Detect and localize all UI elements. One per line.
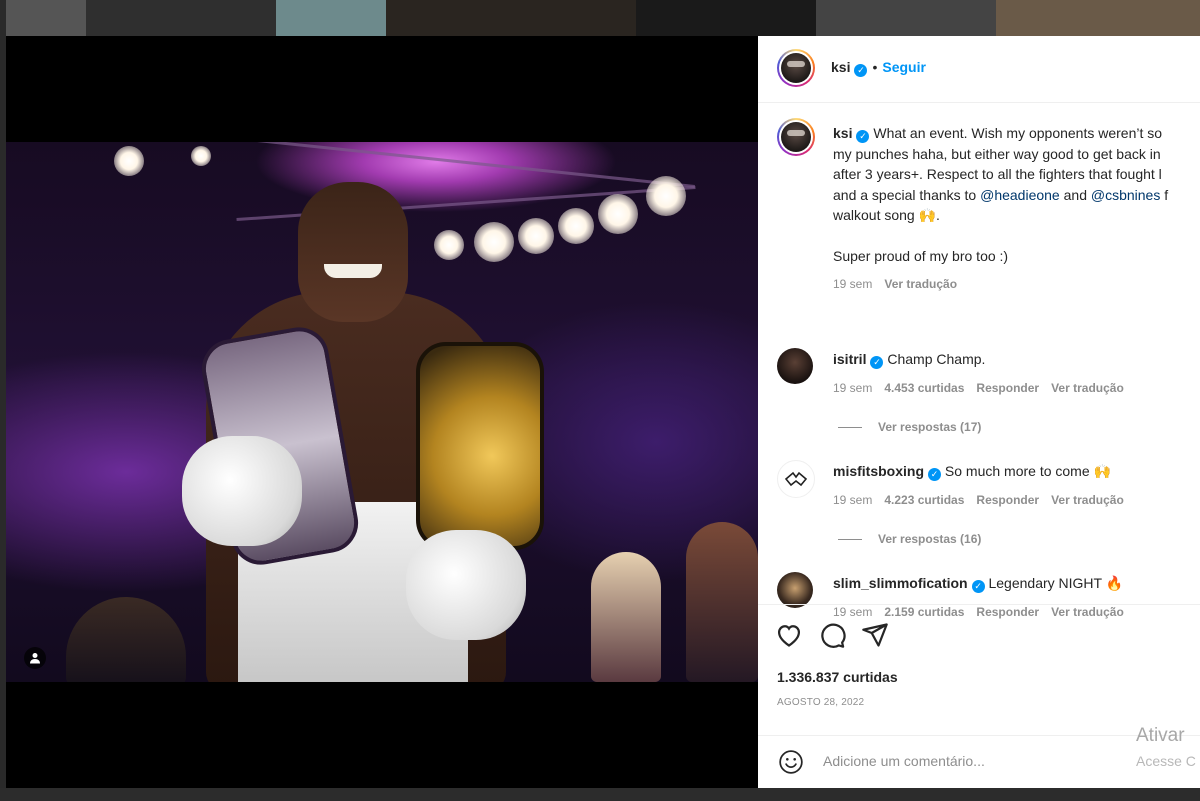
post-media[interactable] (6, 36, 758, 788)
comment-avatar[interactable] (777, 572, 813, 608)
caption-line-4-end: f (1160, 186, 1169, 203)
caption-line-4-text: and a special thanks to (833, 186, 981, 203)
verified-badge-icon: ✓ (856, 130, 870, 143)
comment-avatar[interactable] (777, 460, 815, 498)
caption-and-text: and (1059, 186, 1091, 203)
comments-list[interactable]: ksi ✓ What an event. Wish my opponents we… (758, 103, 1200, 619)
view-replies-button[interactable]: Ver respostas (16) (838, 532, 981, 546)
comment-likes[interactable]: 4.453 curtidas (884, 381, 964, 395)
author-username[interactable]: ksi (831, 59, 850, 75)
background-feed-strip (0, 0, 1200, 36)
mention-link-headieone[interactable]: @headieone (980, 187, 1060, 203)
comment-time[interactable]: 19 sem (833, 381, 872, 395)
verified-badge-icon: ✓ (928, 468, 942, 481)
comment-reply-button[interactable]: Responder (976, 381, 1039, 395)
user-tag-icon[interactable] (24, 647, 46, 669)
comment-item: slim_slimmofication ✓ Legendary NIGHT 🔥 (833, 575, 1123, 593)
windows-activation-subtext: Acesse C (1136, 753, 1196, 769)
caption-line-3: after 3 years+. Respect to all the fight… (833, 166, 1162, 182)
comment-input[interactable] (821, 752, 1125, 770)
separator-dot: • (872, 59, 878, 75)
view-replies-label: Ver respostas (16) (878, 532, 982, 546)
post-actions: 1.336.837 curtidas AGOSTO 28, 2022 Ativa… (758, 604, 1200, 788)
comment-text: So much more to come 🙌 (944, 463, 1111, 479)
post-photo[interactable] (6, 142, 758, 682)
post-side-panel: ksi ✓ • Seguir ksi ✓ What an event. Wish my … (758, 36, 1200, 788)
caption-line-1: What an event. Wish my opponents weren’t… (873, 125, 1163, 141)
caption-line-5: walkout song 🙌. (833, 207, 940, 223)
post-caption: ksi ✓ What an event. Wish my opponents we… (833, 123, 1200, 295)
caption-meta: 19 sem Ver tradução (833, 274, 1200, 295)
paper-plane-icon[interactable] (861, 621, 889, 649)
comment-composer (758, 735, 1200, 788)
comment-item: isitril ✓ Champ Champ. (833, 351, 985, 369)
caption-username[interactable]: ksi (833, 125, 852, 141)
verified-badge-icon: ✓ (971, 580, 985, 593)
emoji-smile-icon[interactable] (778, 749, 804, 775)
comment-text: Champ Champ. (887, 351, 986, 367)
post-modal: ksi ✓ • Seguir ksi ✓ What an event. Wish my … (6, 36, 1200, 788)
caption-line-2: my punches haha, but either way good to … (833, 145, 1161, 162)
comment-item: misfitsboxing ✓ So much more to come 🙌 (833, 463, 1111, 481)
comment-meta: 19 sem 4.453 curtidas Responder Ver traduçã… (833, 381, 1136, 395)
view-replies-label: Ver respostas (17) (878, 420, 982, 434)
post-header: ksi ✓ • Seguir (758, 36, 1200, 103)
follow-button[interactable]: Seguir (882, 59, 926, 75)
comment-time[interactable]: 19 sem (833, 493, 872, 507)
heart-icon[interactable] (775, 621, 803, 649)
view-replies-button[interactable]: Ver respostas (17) (838, 420, 981, 434)
caption-extra: Super proud of my bro too :) (833, 247, 1009, 264)
caption-author-avatar[interactable] (777, 118, 815, 156)
caption-time[interactable]: 19 sem (833, 277, 872, 291)
comment-avatar[interactable] (777, 348, 813, 384)
comment-likes[interactable]: 4.223 curtidas (884, 493, 964, 507)
verified-badge-icon: ✓ (870, 356, 884, 369)
verified-badge-icon: ✓ (854, 64, 868, 77)
background-bottom-edge (0, 788, 1200, 801)
comment-translate-link[interactable]: Ver tradução (1051, 493, 1124, 507)
caption-translate-link[interactable]: Ver tradução (884, 277, 957, 291)
mention-link-csbnines[interactable]: @csbnines (1091, 187, 1160, 203)
comment-meta: 19 sem 4.223 curtidas Responder Ver traduçã… (833, 493, 1136, 507)
comment-bubble-icon[interactable] (818, 621, 846, 649)
windows-activation-watermark: Ativar (1136, 725, 1185, 746)
comment-username[interactable]: isitril (833, 351, 866, 367)
likes-count[interactable]: 1.336.837 curtidas (777, 669, 898, 685)
comment-reply-button[interactable]: Responder (976, 493, 1039, 507)
comment-text: Legendary NIGHT 🔥 (988, 575, 1124, 591)
comment-username[interactable]: slim_slimmofication (833, 575, 968, 591)
comment-username[interactable]: misfitsboxing (833, 463, 924, 479)
author-avatar[interactable] (777, 49, 815, 87)
post-date[interactable]: AGOSTO 28, 2022 (777, 697, 864, 708)
comment-translate-link[interactable]: Ver tradução (1051, 381, 1124, 395)
